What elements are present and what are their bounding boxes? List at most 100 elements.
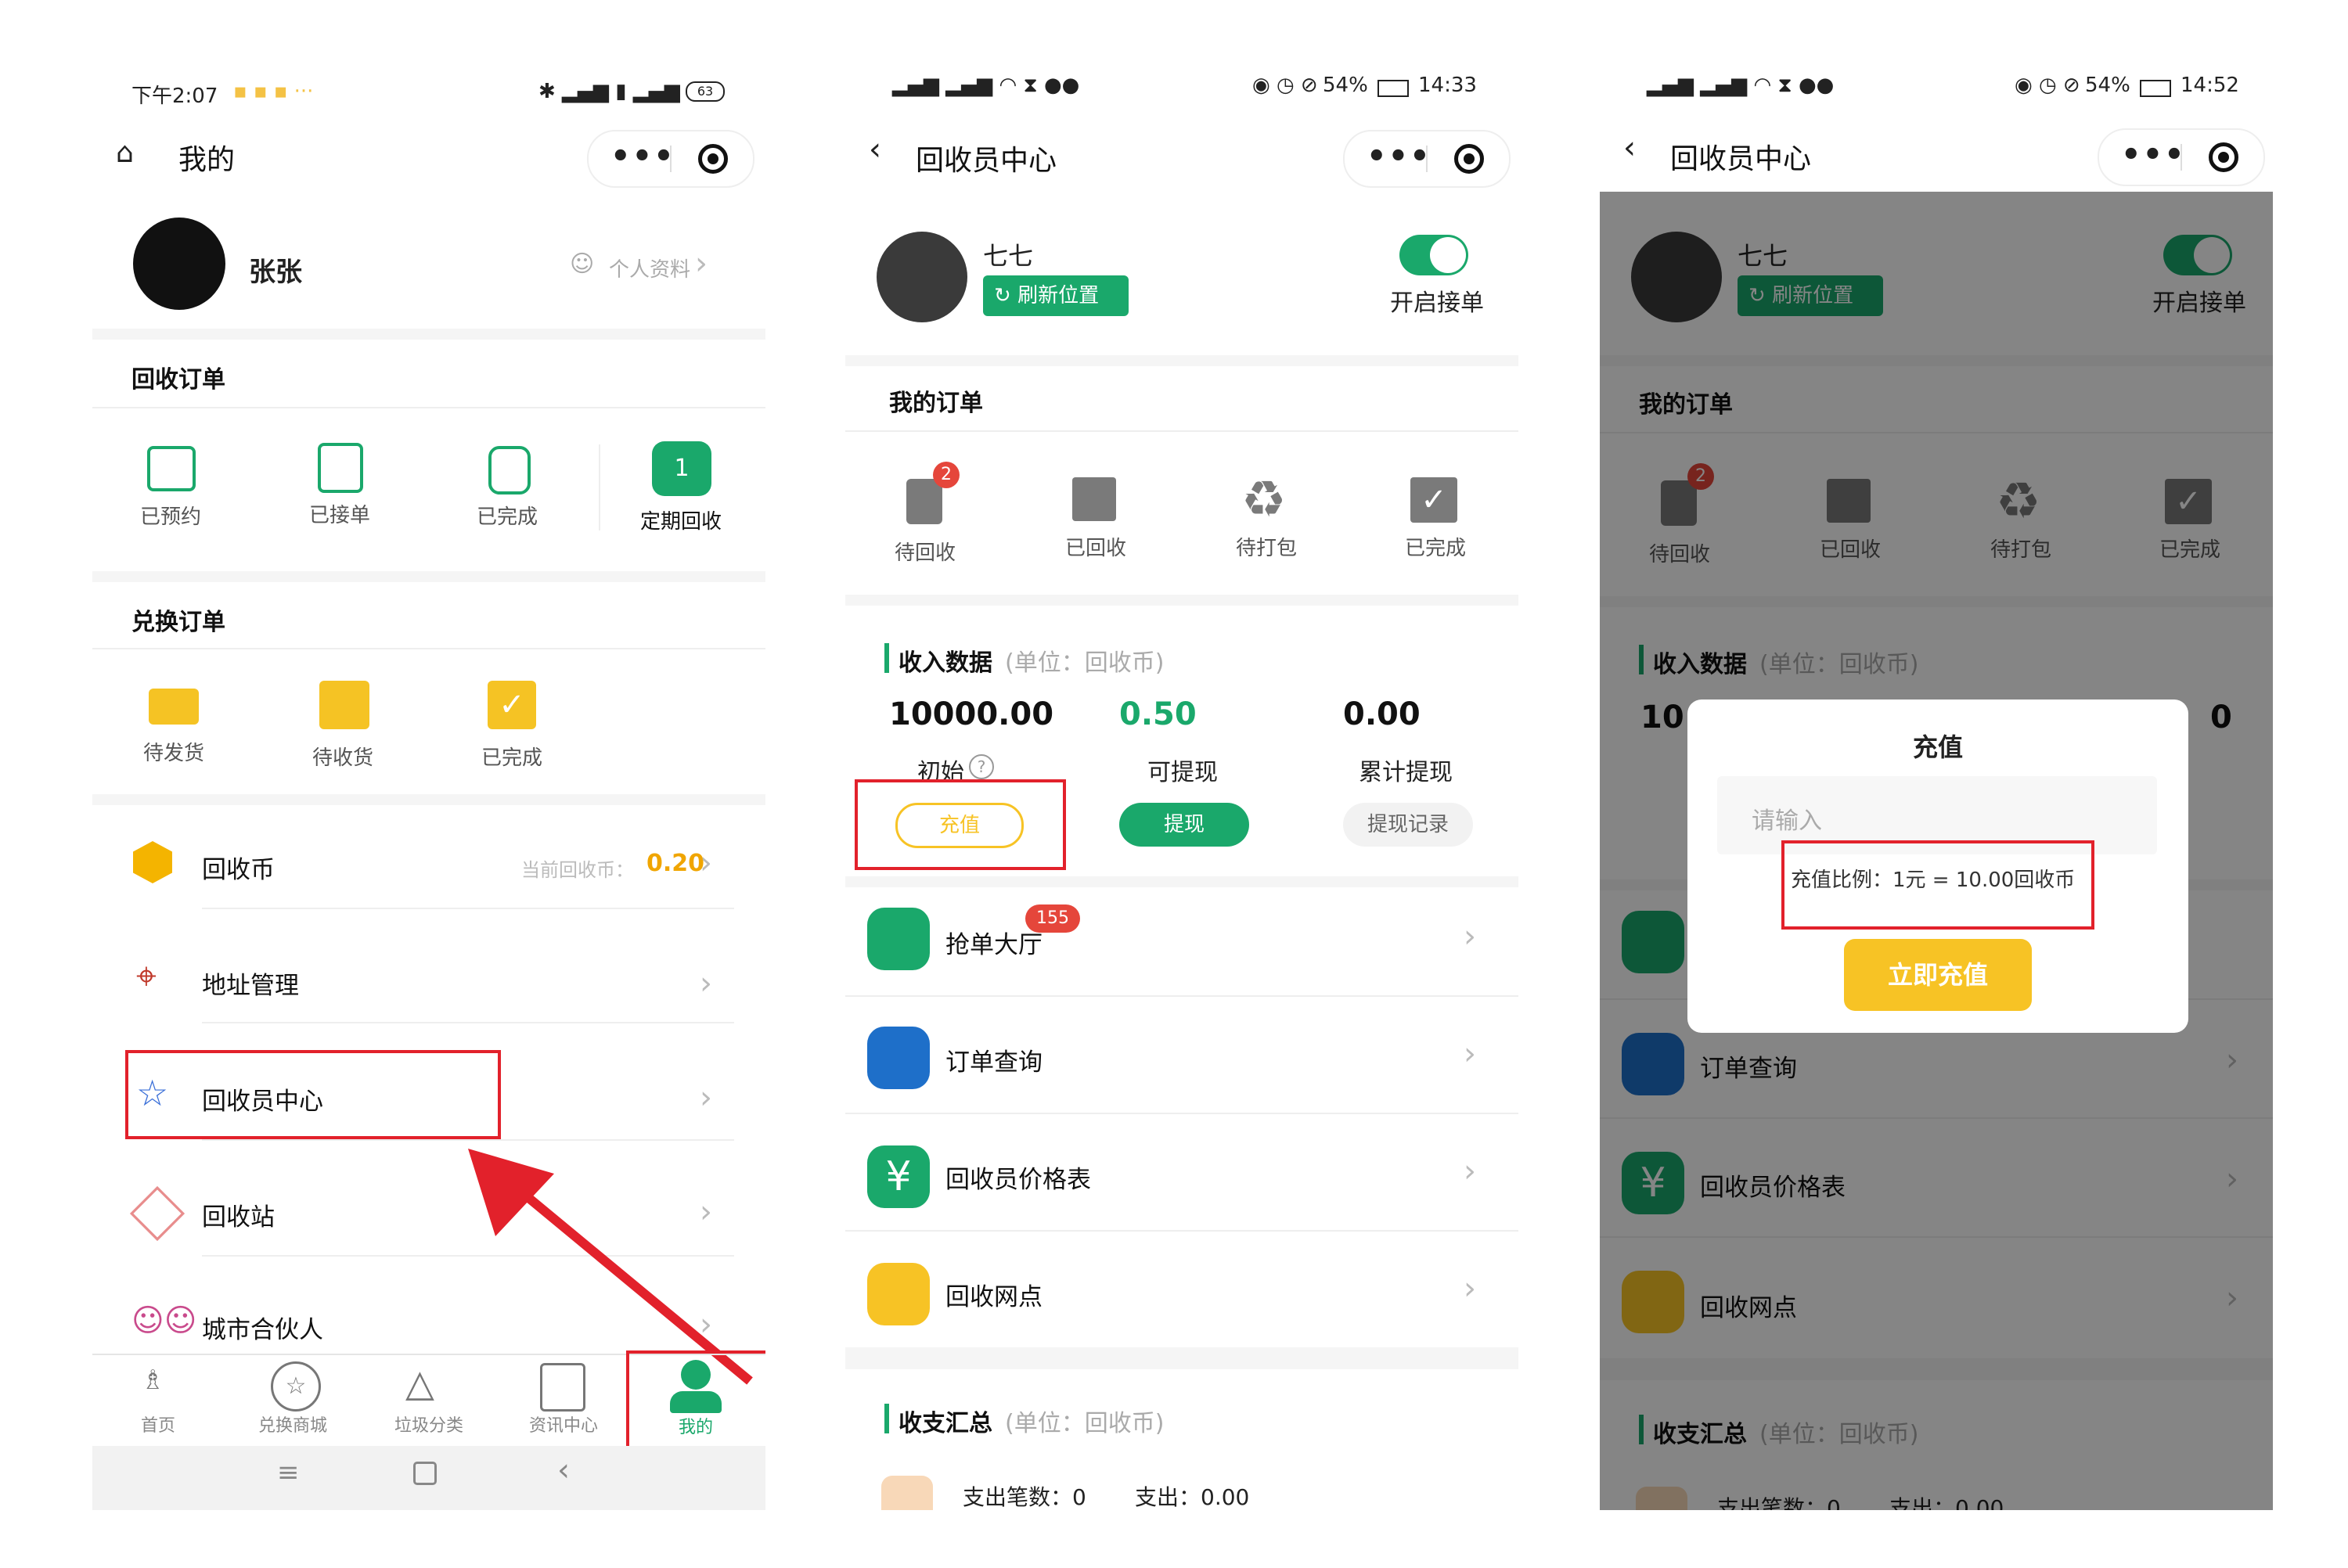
user-name: 张张 <box>249 257 302 288</box>
profile-link[interactable]: 个人资料 <box>609 254 690 282</box>
checkbox-icon: ✓ <box>488 681 536 729</box>
page-title: 回收员中心 <box>1670 143 1812 175</box>
package-icon <box>319 681 369 729</box>
order-count-badge: 2 <box>933 462 960 488</box>
android-menu-icon[interactable]: ≡ <box>277 1457 300 1488</box>
order-reserved[interactable]: 已预约 <box>108 501 233 530</box>
coin-current-label: 当前回收币： <box>521 859 634 881</box>
toggle-label: 开启接单 <box>1390 290 1484 317</box>
order-accepted[interactable]: 已接单 <box>277 499 402 528</box>
order-pending-pack[interactable]: 待打包 <box>1204 532 1329 561</box>
partners-icon: ☺☺ <box>131 1303 197 1339</box>
pending-recycle-icon <box>906 479 942 524</box>
location-pin-icon: ⌖ <box>136 955 157 997</box>
price-yen-icon: ¥ <box>867 1145 930 1208</box>
page-title: 我的 <box>178 144 236 176</box>
tab-home[interactable]: 首页 <box>103 1412 213 1437</box>
order-recycled[interactable]: 已回收 <box>1033 532 1158 561</box>
withdraw-button[interactable]: 提现 <box>1119 803 1249 847</box>
more-icon[interactable]: ••• <box>2121 138 2186 172</box>
chevron-right-icon: › <box>700 966 712 1002</box>
refresh-location-button[interactable]: ↻ 刷新位置 <box>983 275 1129 316</box>
order-scheduled[interactable]: 定期回收 <box>618 505 744 534</box>
close-miniapp-icon[interactable] <box>698 144 728 174</box>
income-title: 收入数据 <box>899 649 992 677</box>
summary-unit: (单位：回收币) <box>1005 1410 1165 1437</box>
back-icon[interactable]: ‹ <box>869 131 881 167</box>
home-tab-icon: ♗ <box>141 1365 165 1396</box>
tab-sorting[interactable]: 垃圾分类 <box>374 1412 484 1437</box>
accept-orders-toggle[interactable] <box>1399 235 1468 275</box>
summary-out: 支出：0.00 <box>1135 1484 1250 1510</box>
menu-city-partner[interactable]: 城市合伙人 <box>202 1310 323 1345</box>
status-time: 14:52 <box>2181 74 2239 97</box>
back-icon[interactable]: ‹ <box>1623 130 1636 166</box>
help-icon[interactable]: ? <box>969 754 994 779</box>
status-time: 14:33 <box>1418 74 1477 97</box>
menu-price-list[interactable]: 回收员价格表 <box>945 1160 1091 1195</box>
withdraw-records-button[interactable]: 提现记录 <box>1343 803 1473 847</box>
menu-address[interactable]: 地址管理 <box>202 966 299 1001</box>
close-miniapp-icon[interactable] <box>2209 142 2238 172</box>
battery-icon <box>1377 80 1409 97</box>
battery-level: 54% <box>1323 74 1368 97</box>
phone-screen-recycler-center: ▂▄▆ ▂▄▆ ◠ ⧗ ●● ◉ ◷ ⊘ 54% 14:33 ‹ 回收员中心 •… <box>845 63 1518 1510</box>
chevron-right-icon: › <box>695 246 708 282</box>
chevron-right-icon: › <box>1464 1271 1476 1307</box>
status-signal-icons: ▂▄▆ ▂▄▆ ◠ ⧗ ●● <box>892 74 1080 97</box>
chevron-right-icon: › <box>1464 1153 1476 1189</box>
close-miniapp-icon[interactable] <box>1454 144 1484 174</box>
recycled-box-icon <box>1072 477 1116 521</box>
news-tab-icon <box>540 1363 585 1412</box>
menu-recycle-points[interactable]: 回收网点 <box>945 1277 1043 1312</box>
recharge-now-button[interactable]: 立即充值 <box>1844 939 2032 1011</box>
avatar[interactable] <box>133 218 225 310</box>
tab-news[interactable]: 资讯中心 <box>509 1412 618 1437</box>
calendar-icon <box>147 446 196 491</box>
hall-house-icon <box>867 908 930 970</box>
income-unit: (单位：回收币) <box>1005 649 1165 677</box>
order-completed[interactable]: 已完成 <box>445 501 570 530</box>
avatar[interactable] <box>877 232 967 322</box>
status-signal-icons: ▂▄▆ ▂▄▆ ◠ ⧗ ●● <box>1647 74 1835 97</box>
scheduled-calendar-icon: 1 <box>652 441 711 496</box>
capsule-menu[interactable]: ••• <box>587 130 754 188</box>
income-withdrawable-label: 可提现 <box>1147 759 1218 786</box>
chevron-right-icon: › <box>1464 919 1476 955</box>
box-icon <box>129 1185 185 1242</box>
menu-recycle-station[interactable]: 回收站 <box>202 1197 275 1232</box>
coin-label[interactable]: 回收币 <box>202 850 275 885</box>
recycle-tab-icon: △ <box>405 1361 434 1405</box>
user-icon: ☺ <box>570 250 595 278</box>
recycle-icon: ♻ <box>1241 471 1287 529</box>
highlight-box-ratio <box>1781 840 2094 930</box>
status-time: 下午2:07 <box>131 85 218 108</box>
order-pending-recycle[interactable]: 待回收 <box>862 537 988 566</box>
star-tab-icon: ☆ <box>271 1361 321 1412</box>
menu-order-hall[interactable]: 抢单大厅 <box>945 925 1043 960</box>
more-icon[interactable]: ••• <box>1367 139 1431 174</box>
tab-exchange-mall[interactable]: 兑换商城 <box>238 1412 348 1437</box>
status-icons-left: ▪ ▪ ▪ ··· <box>233 80 314 103</box>
menu-order-query[interactable]: 订单查询 <box>945 1042 1043 1077</box>
highlight-box-recycler-center <box>125 1050 501 1139</box>
exchange-pending-receive[interactable]: 待收货 <box>280 742 405 771</box>
section-title-recycle-orders: 回收订单 <box>131 366 225 394</box>
exchange-pending-ship[interactable]: 待发货 <box>111 737 236 766</box>
battery-level: 54% <box>2085 74 2130 97</box>
clipboard-icon <box>318 443 363 493</box>
status-icons-right: ✱ ▂▄▆ ▮ ▂▄▆ <box>538 80 680 103</box>
hall-count-badge: 155 <box>1025 904 1080 933</box>
more-icon[interactable]: ••• <box>610 139 675 174</box>
summary-icon <box>881 1476 933 1510</box>
home-icon[interactable]: ⌂ <box>116 137 134 169</box>
summary-count: 支出笔数：0 <box>963 1484 1086 1510</box>
phone-screen-my: 下午2:07 ▪ ▪ ▪ ··· ✱ ▂▄▆ ▮ ▂▄▆ 63 ⌂ 我的 •••… <box>92 63 765 1510</box>
exchange-completed[interactable]: 已完成 <box>449 742 574 771</box>
android-back-icon[interactable]: ‹ <box>557 1452 570 1488</box>
android-home-icon[interactable] <box>413 1462 437 1485</box>
capsule-menu[interactable]: ••• <box>1343 130 1511 188</box>
coin-icon <box>133 841 172 883</box>
order-completed[interactable]: 已完成 <box>1373 532 1498 561</box>
capsule-menu[interactable]: ••• <box>2098 128 2265 186</box>
